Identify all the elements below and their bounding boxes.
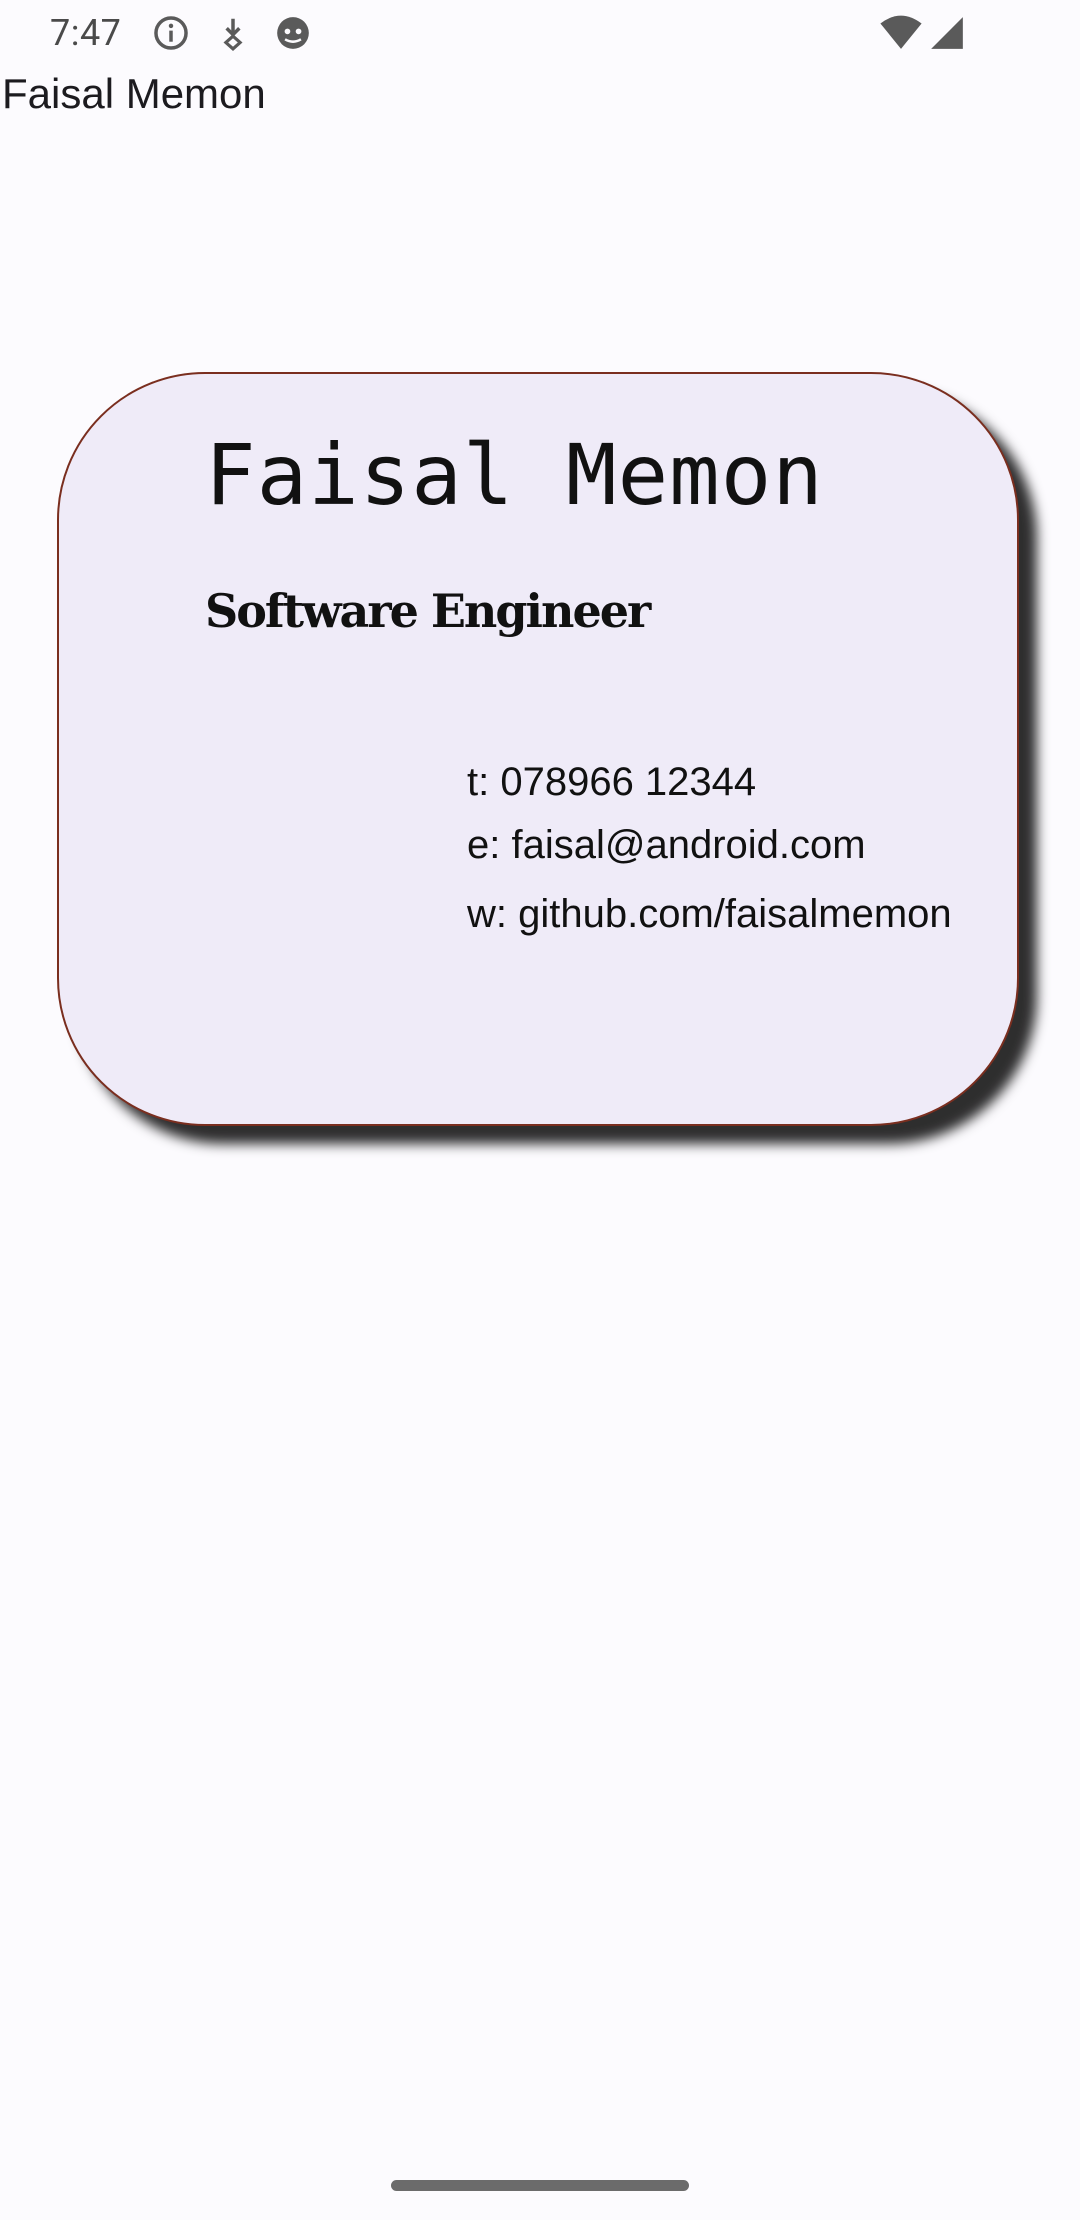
info-icon	[152, 14, 190, 52]
download-icon	[214, 14, 252, 52]
signal-icon	[928, 14, 966, 52]
wifi-icon	[878, 14, 924, 52]
card-role: Software Engineer	[205, 584, 651, 638]
card-name: Faisal Memon	[205, 426, 824, 524]
business-card: Faisal Memon Software Engineer t: 078966…	[57, 372, 1019, 1126]
app-title: Faisal Memon	[2, 70, 266, 117]
android-face-icon	[274, 14, 312, 52]
status-time: 7:47	[50, 12, 122, 54]
gesture-navigation-handle[interactable]	[391, 2180, 689, 2191]
contact-email: e: faisal@android.com	[467, 823, 866, 867]
contact-website: w: github.com/faisalmemon	[467, 892, 952, 936]
contact-phone: t: 078966 12344	[467, 760, 757, 804]
status-bar: 7:47	[0, 0, 1080, 66]
